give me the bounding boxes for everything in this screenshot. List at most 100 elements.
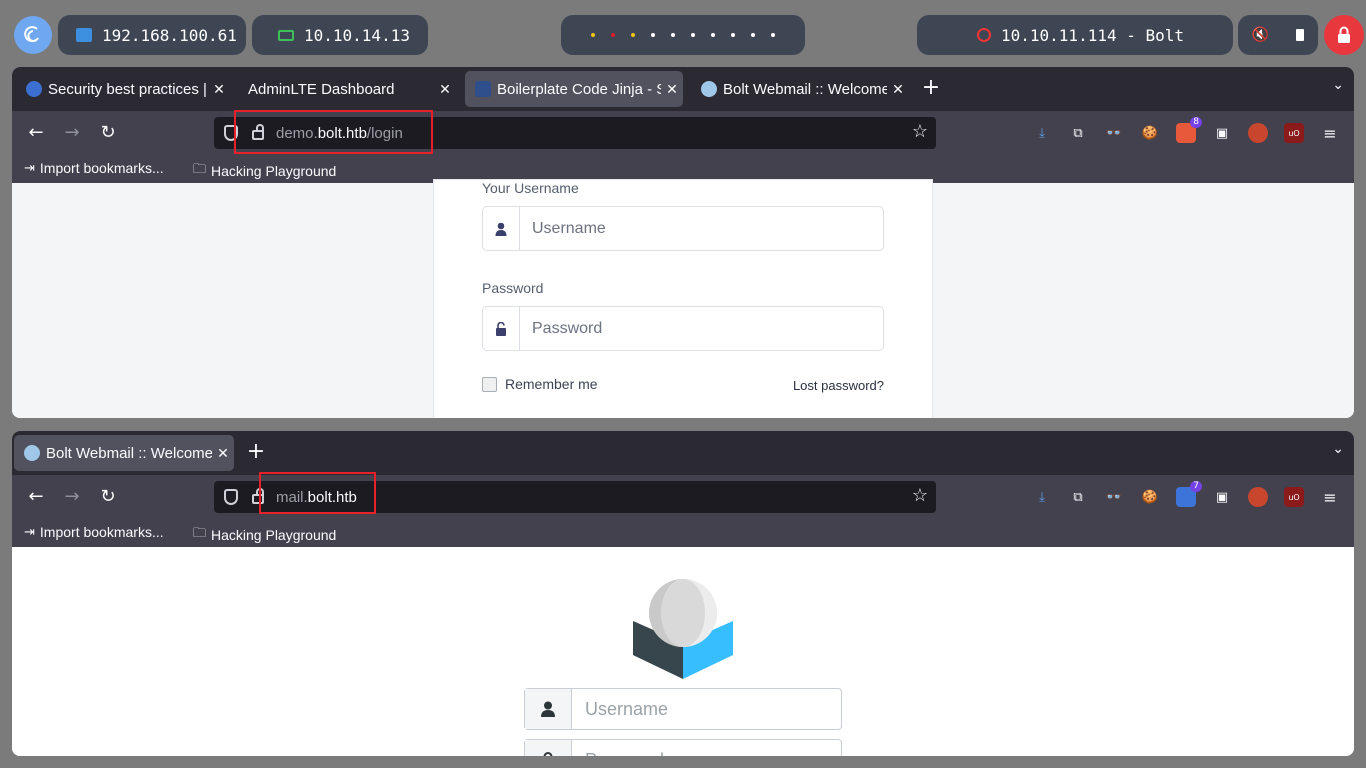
navigation-toolbar: ← → ↻ mail.bolt.htb ☆ ⤓ ⧉ 👓 🍪 7 ▣ uO ≡ bbox=[12, 472, 1354, 519]
lost-password-link[interactable]: Lost password? bbox=[793, 378, 884, 393]
bookmark-star-icon[interactable]: ☆ bbox=[912, 485, 928, 506]
tab-boilerplate-code-jinja[interactable]: Boilerplate Code Jinja - S ✕ bbox=[465, 71, 683, 107]
new-tab-button[interactable]: + bbox=[918, 76, 944, 102]
workspace-dot-2[interactable] bbox=[611, 33, 615, 37]
bookmark-label: Import bookmarks... bbox=[39, 160, 164, 176]
workspace-switcher[interactable] bbox=[561, 15, 805, 55]
local-ip-widget[interactable]: 192.168.100.61 bbox=[58, 15, 246, 55]
extensions-puzzle-icon[interactable]: ⧉ bbox=[1068, 123, 1088, 143]
remember-me[interactable]: Remember me bbox=[482, 376, 598, 392]
downloads-icon[interactable]: ⤓ bbox=[1032, 123, 1052, 143]
lock-icon[interactable] bbox=[1324, 15, 1364, 55]
bookmark-label: Import bookmarks... bbox=[39, 524, 164, 540]
cookie-editor-icon[interactable]: 🍪 bbox=[1140, 123, 1160, 143]
forward-button[interactable]: → bbox=[59, 485, 85, 509]
workspace-dot-3[interactable] bbox=[631, 33, 635, 37]
status-tray[interactable]: 🔇 bbox=[1238, 15, 1318, 55]
new-tab-button[interactable]: + bbox=[243, 440, 269, 466]
workspace-dot-6[interactable] bbox=[691, 33, 695, 37]
debian-launcher-icon[interactable] bbox=[14, 16, 52, 54]
workspace-dot-7[interactable] bbox=[711, 33, 715, 37]
close-tab-icon[interactable]: ✕ bbox=[887, 81, 909, 98]
workspace-dot-5[interactable] bbox=[671, 33, 675, 37]
target-widget[interactable]: 10.10.11.114 - Bolt bbox=[917, 15, 1233, 55]
password-field[interactable] bbox=[482, 306, 884, 351]
firefox-multi-container-icon[interactable] bbox=[1248, 123, 1268, 143]
remember-me-checkbox[interactable] bbox=[482, 376, 497, 392]
bookmark-label: Hacking Playground bbox=[211, 527, 337, 543]
roundcube-favicon-icon bbox=[24, 445, 40, 461]
battery-icon[interactable] bbox=[1296, 29, 1305, 41]
username-field[interactable] bbox=[482, 206, 884, 251]
page-content-roundcube bbox=[12, 547, 1354, 756]
forward-button[interactable]: → bbox=[59, 121, 85, 145]
extensions-puzzle-icon[interactable]: ⧉ bbox=[1068, 487, 1088, 507]
workspace-dot-1[interactable] bbox=[591, 33, 595, 37]
remember-me-label: Remember me bbox=[505, 376, 598, 392]
bookmark-star-icon[interactable]: ☆ bbox=[912, 121, 928, 142]
reload-button[interactable]: ↻ bbox=[95, 485, 121, 509]
bookmarks-toolbar: ⇥ Import bookmarks... 🗀 Hacking Playgrou… bbox=[12, 519, 1354, 547]
back-button[interactable]: ← bbox=[23, 121, 49, 145]
app-menu-hamburger-icon[interactable]: ≡ bbox=[1320, 123, 1340, 143]
ublock-origin-icon[interactable]: uO bbox=[1284, 123, 1304, 143]
system-top-bar: 192.168.100.61 10.10.14.13 10.10.11.114 … bbox=[0, 0, 1366, 68]
tab-security-best-practices[interactable]: Security best practices | ✕ bbox=[16, 71, 230, 107]
close-tab-icon[interactable]: ✕ bbox=[661, 81, 683, 98]
highlight-box bbox=[259, 472, 376, 514]
username-field[interactable] bbox=[524, 688, 842, 730]
folder-icon: 🗀 bbox=[193, 525, 207, 540]
user-icon bbox=[525, 689, 572, 729]
reload-button[interactable]: ↻ bbox=[95, 121, 121, 145]
bookmark-label: Hacking Playground bbox=[211, 163, 337, 179]
hacking-playground-folder[interactable]: 🗀 Hacking Playground bbox=[193, 524, 336, 546]
tab-strip: Bolt Webmail :: Welcome ✕ + ⌄ bbox=[12, 431, 1354, 475]
workspace-dot-9[interactable] bbox=[751, 33, 755, 37]
list-all-tabs-icon[interactable]: ⌄ bbox=[1332, 441, 1344, 457]
wappalyzer-icon[interactable]: ▣ bbox=[1212, 123, 1232, 143]
tab-bolt-webmail[interactable]: Bolt Webmail :: Welcome ✕ bbox=[14, 435, 234, 471]
foxyproxy-icon[interactable]: 👓 bbox=[1104, 487, 1124, 507]
username-input[interactable] bbox=[520, 207, 883, 250]
ublock-origin-icon[interactable]: uO bbox=[1284, 487, 1304, 507]
password-field[interactable] bbox=[524, 739, 842, 756]
password-input[interactable] bbox=[572, 740, 841, 756]
lock-icon bbox=[525, 740, 572, 756]
username-label: Your Username bbox=[482, 180, 579, 196]
user-icon bbox=[483, 207, 520, 250]
import-bookmarks-link[interactable]: ⇥ Import bookmarks... bbox=[24, 524, 164, 540]
tab-strip: Security best practices | ✕ AdminLTE Das… bbox=[12, 67, 1354, 111]
firefox-multi-container-icon[interactable] bbox=[1248, 487, 1268, 507]
tracking-protection-shield-icon[interactable] bbox=[224, 489, 238, 505]
username-input[interactable] bbox=[572, 689, 841, 729]
workspace-dot-10[interactable] bbox=[771, 33, 775, 37]
close-tab-icon[interactable]: ✕ bbox=[208, 81, 230, 98]
close-tab-icon[interactable]: ✕ bbox=[212, 445, 234, 462]
laptop-icon bbox=[278, 29, 294, 41]
vpn-ip-widget[interactable]: 10.10.14.13 bbox=[252, 15, 428, 55]
import-icon: ⇥ bbox=[24, 524, 35, 539]
browser-window-top: Security best practices | ✕ AdminLTE Das… bbox=[12, 67, 1354, 418]
back-button[interactable]: ← bbox=[23, 485, 49, 509]
cookie-editor-icon[interactable]: 🍪 bbox=[1140, 487, 1160, 507]
navigation-toolbar: ← → ↻ demo.bolt.htb/login ☆ ⤓ ⧉ 👓 🍪 8 ▣ … bbox=[12, 110, 1354, 155]
workspace-dots[interactable] bbox=[573, 33, 793, 37]
close-tab-icon[interactable]: ✕ bbox=[434, 81, 456, 98]
hackbar-icon[interactable]: 8 bbox=[1176, 117, 1202, 143]
foxyproxy-icon[interactable]: 👓 bbox=[1104, 123, 1124, 143]
wappalyzer-icon[interactable]: ▣ bbox=[1212, 487, 1232, 507]
import-bookmarks-link[interactable]: ⇥ Import bookmarks... bbox=[24, 160, 164, 176]
mute-icon[interactable]: 🔇 bbox=[1252, 27, 1269, 43]
workspace-dot-4[interactable] bbox=[651, 33, 655, 37]
hacking-playground-folder[interactable]: 🗀 Hacking Playground bbox=[193, 160, 336, 182]
list-all-tabs-icon[interactable]: ⌄ bbox=[1332, 77, 1344, 93]
workspace-dot-8[interactable] bbox=[731, 33, 735, 37]
roundcube-favicon-icon bbox=[701, 81, 717, 97]
tab-adminlte-dashboard[interactable]: AdminLTE Dashboard ✕ bbox=[238, 71, 456, 107]
app-menu-hamburger-icon[interactable]: ≡ bbox=[1320, 487, 1340, 507]
tab-bolt-webmail[interactable]: Bolt Webmail :: Welcome ✕ bbox=[691, 71, 909, 107]
hackbar-icon[interactable]: 7 bbox=[1176, 481, 1202, 507]
roundcube-logo-icon bbox=[633, 579, 733, 679]
downloads-icon[interactable]: ⤓ bbox=[1032, 487, 1052, 507]
password-input[interactable] bbox=[520, 307, 883, 350]
